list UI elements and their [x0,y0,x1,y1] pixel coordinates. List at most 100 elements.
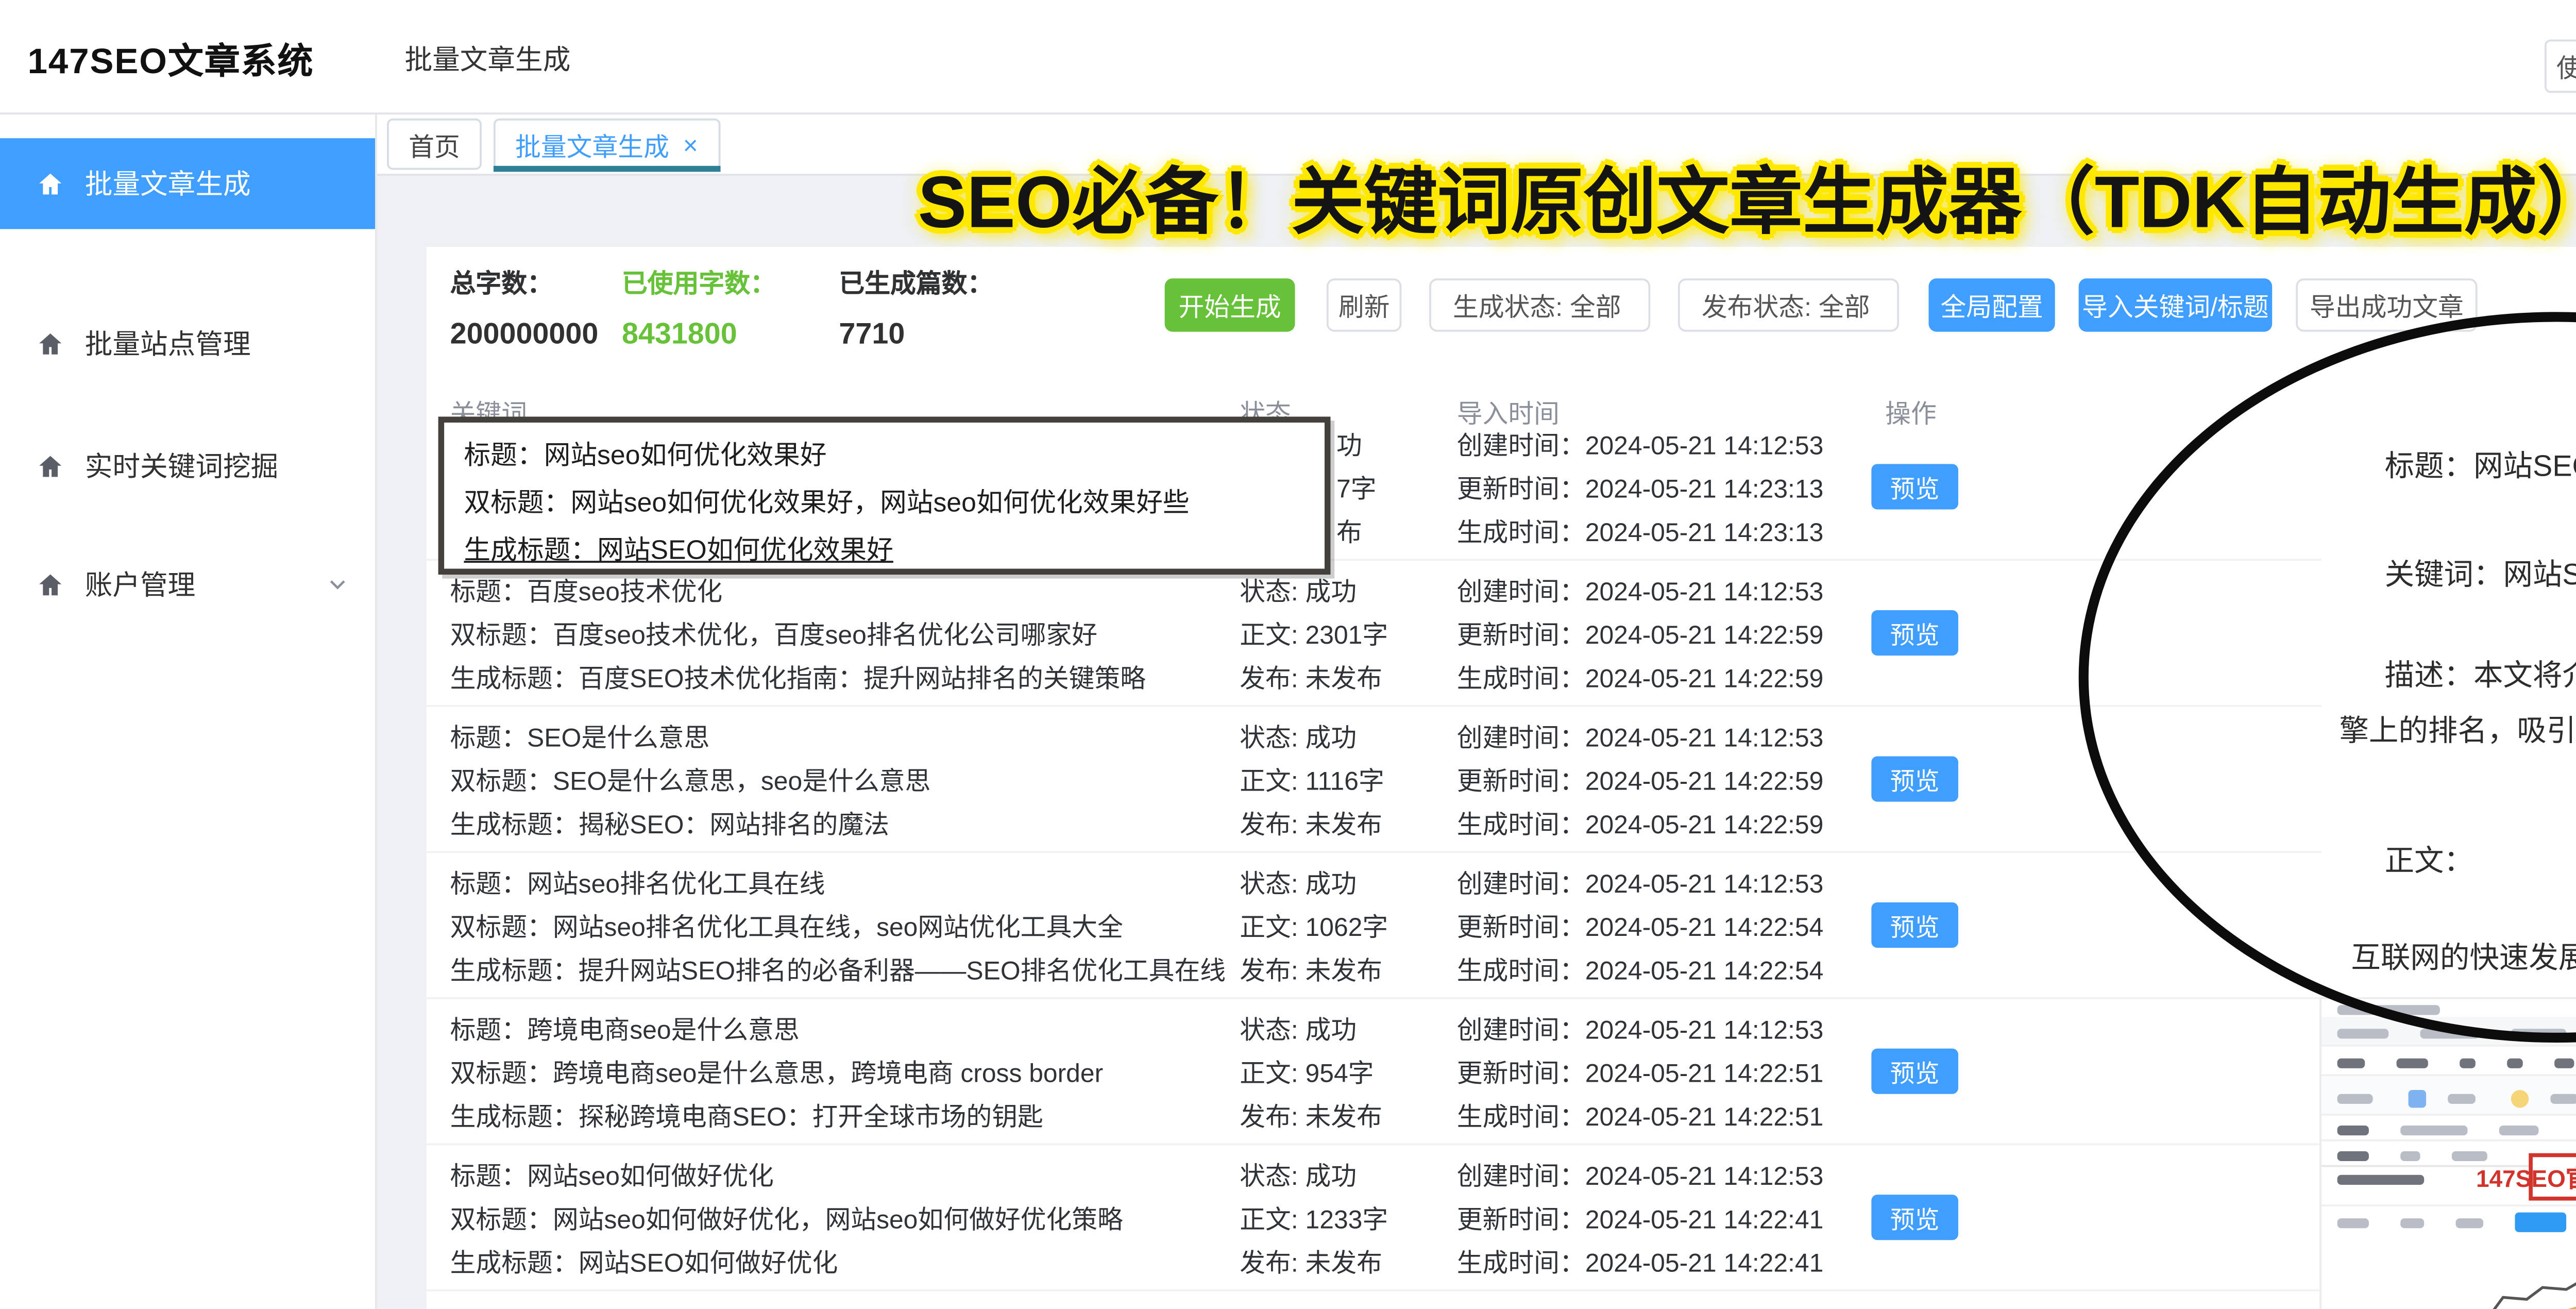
tab-batch-article[interactable]: 批量文章生成 × [494,119,720,170]
cell-time: 创建时间：2024-05-21 14:12:53更新时间：2024-05-21 … [1457,425,1882,555]
tab-home[interactable]: 首页 [387,119,482,170]
row-line: 创建时间：2024-05-21 14:12:53 [1457,425,1882,468]
row-line: 创建时间：2024-05-21 14:12:53 [1457,1155,1882,1198]
import-keywords-button[interactable]: 导入关键词/标题 [2079,278,2272,331]
placeholder-value-row [2321,1116,2576,1142]
row-line: 双标题：百度seo技术优化，百度seo排名优化公司哪家好 [450,614,1230,658]
row-line: 正文: 954字 [1240,1052,1456,1096]
cell-action: 预览 [1871,464,1958,509]
tooltip-generated-title: 生成标题：网站SEO如何优化效果好 [464,527,1304,575]
row-line: 标题：网站seo如何做好优化 [450,1155,1230,1198]
row-line: 生成标题：网站SEO如何做好优化 [450,1242,1230,1285]
sidebar-item-label: 账户管理 [85,565,196,605]
table-row: 标题：SEO是什么意思双标题：SEO是什么意思，seo是什么意思生成标题：揭秘S… [427,707,2321,853]
global-config-button[interactable]: 全局配置 [1928,278,2055,331]
app-header: 147SEO文章系统 批量文章生成 使用教程 联系客服 65e4811dfb64… [0,0,2576,114]
tooltip-title: 标题：网站seo如何优化效果好 [464,432,1304,480]
row-line: 双标题：网站seo排名优化工具在线，seo网站优化工具大全 [450,907,1230,950]
tab-active-underline [494,166,720,172]
generate-status-filter[interactable]: 生成状态: 全部 [1429,278,1650,331]
row-line: 更新时间：2024-05-21 14:22:51 [1457,1052,1882,1096]
sidebar-item-label: 批量文章生成 [85,164,251,204]
row-line: 标题：SEO是什么意思 [450,717,1230,760]
row-line: 状态: 成功 [1240,570,1456,614]
row-line: 生成时间：2024-05-21 14:22:59 [1457,658,1882,701]
row-line: 更新时间：2024-05-21 14:22:54 [1457,907,1882,950]
stat-label: 已使用字数： [622,263,776,300]
sidebar-item-label: 批量站点管理 [85,324,251,363]
home-icon [36,329,65,358]
close-icon[interactable]: × [683,129,698,159]
cell-time: 创建时间：2024-05-21 14:12:53更新时间：2024-05-21 … [1457,1155,1882,1285]
row-line: 生成标题：百度SEO技术优化指南：提升网站排名的关键策略 [450,658,1230,701]
tab-current-label: 批量文章生成 [515,125,669,163]
refresh-button[interactable]: 刷新 [1327,278,1402,331]
cell-action: 预览 [1871,902,1958,948]
table-row: 标题：跨境电商seo是什么意思双标题：跨境电商seo是什么意思，跨境电商 cro… [427,999,2321,1146]
row-line: 生成时间：2024-05-21 14:22:59 [1457,803,1882,847]
cell-keyword: 标题：SEO是什么意思双标题：SEO是什么意思，seo是什么意思生成标题：揭秘S… [450,717,1230,847]
sidebar-item-batch-article[interactable]: 批量文章生成 [0,138,375,229]
row-line: 正文: 1062字 [1240,907,1456,950]
row-line: 更新时间：2024-05-21 14:22:59 [1457,614,1882,658]
sidebar: 批量文章生成 批量站点管理 实时关键词挖掘 账户管理 [0,112,377,1309]
case-screenshot: 147SEO官网案例，收录和排名稳定上升！ [2319,997,2576,1309]
row-line: 生成时间：2024-05-21 14:22:51 [1457,1096,1882,1139]
badge-icon [2511,1090,2529,1107]
row-line: 发布: 未发布 [1240,1096,1456,1139]
preview-button[interactable]: 预览 [1871,757,1958,802]
start-generate-button[interactable]: 开始生成 [1165,278,1295,331]
row-line: 双标题：跨境电商seo是什么意思，跨境电商 cross border [450,1052,1230,1096]
row-line: 标题：跨境电商seo是什么意思 [450,1009,1230,1052]
row-line: 更新时间：2024-05-21 14:22:41 [1457,1199,1882,1242]
row-line: 双标题：网站seo如何做好优化，网站seo如何做好优化策略 [450,1199,1230,1242]
row-line: 更新时间：2024-05-21 14:22:59 [1457,760,1882,803]
placeholder-value-row [2321,1047,2576,1076]
sidebar-item-account[interactable]: 账户管理 [0,541,375,628]
cell-action: 预览 [1871,1049,1958,1094]
stat-value: 200000000 [450,318,599,351]
preview-button[interactable]: 预览 [1871,1049,1958,1094]
mini-chart-left [2321,1204,2576,1309]
stat-value: 7710 [839,318,993,351]
preview-button[interactable]: 预览 [1871,902,1958,948]
preview-button[interactable]: 预览 [1871,464,1958,509]
cell-time: 创建时间：2024-05-21 14:12:53更新时间：2024-05-21 … [1457,1009,1882,1139]
tab-home-label: 首页 [409,125,460,163]
stat-value: 8431800 [622,318,776,351]
stat-generated-count: 已生成篇数： 7710 [839,263,993,351]
app-root: 147SEO文章系统 批量文章生成 使用教程 联系客服 65e4811dfb64… [0,0,2576,1309]
sidebar-item-keyword-mining[interactable]: 实时关键词挖掘 [0,423,375,510]
row-line: 生成时间：2024-05-21 14:22:54 [1457,950,1882,993]
chevron-down-icon [328,575,347,594]
tutorial-button[interactable]: 使用教程 [2545,40,2576,93]
preview-button[interactable]: 预览 [1871,1195,1958,1240]
sidebar-item-batch-site[interactable]: 批量站点管理 [0,300,375,387]
cloud-icon [2409,1090,2426,1107]
cell-keyword: 标题：网站seo如何做好优化双标题：网站seo如何做好优化，网站seo如何做好优… [450,1155,1230,1285]
row-line: 正文: 1233字 [1240,1199,1456,1242]
row-line: 创建时间：2024-05-21 14:12:53 [1457,570,1882,614]
row-line: 状态: 成功 [1240,1155,1456,1198]
row-line: 生成标题：揭秘SEO：网站排名的魔法 [450,803,1230,847]
cell-keyword: 标题：跨境电商seo是什么意思双标题：跨境电商seo是什么意思，跨境电商 cro… [450,1009,1230,1139]
mini-button[interactable] [2515,1213,2566,1232]
cell-keyword: 标题：网站seo排名优化工具在线双标题：网站seo排名优化工具在线，seo网站优… [450,863,1230,993]
row-line: 状态: 成功 [1240,1009,1456,1052]
row-line: 生成标题：探秘跨境电商SEO：打开全球市场的钥匙 [450,1096,1230,1139]
preview-button[interactable]: 预览 [1871,610,1958,656]
row-line: 发布: 未发布 [1240,1242,1456,1285]
row-line: 正文: 1116字 [1240,760,1456,803]
cell-action: 预览 [1871,757,1958,802]
row-line: 双标题：SEO是什么意思，seo是什么意思 [450,760,1230,803]
row-line: 状态: 成功 [1240,717,1456,760]
keyword-tooltip: 标题：网站seo如何优化效果好 双标题：网站seo如何优化效果好，网站seo如何… [438,416,1331,575]
cell-action: 预览 [1871,1195,1958,1240]
table-row: 标题：网站seo排名优化工具在线双标题：网站seo排名优化工具在线，seo网站优… [427,853,2321,999]
row-line: 更新时间：2024-05-21 14:23:13 [1457,468,1882,511]
app-logo: 147SEO文章系统 [28,33,314,85]
publish-status-filter[interactable]: 发布状态: 全部 [1678,278,1899,331]
table-row: 标题：百度seo技术优化双标题：百度seo技术优化，百度seo排名优化公司哪家好… [427,561,2321,707]
stat-used-words: 已使用字数： 8431800 [622,263,776,351]
stat-label: 已生成篇数： [839,263,993,300]
